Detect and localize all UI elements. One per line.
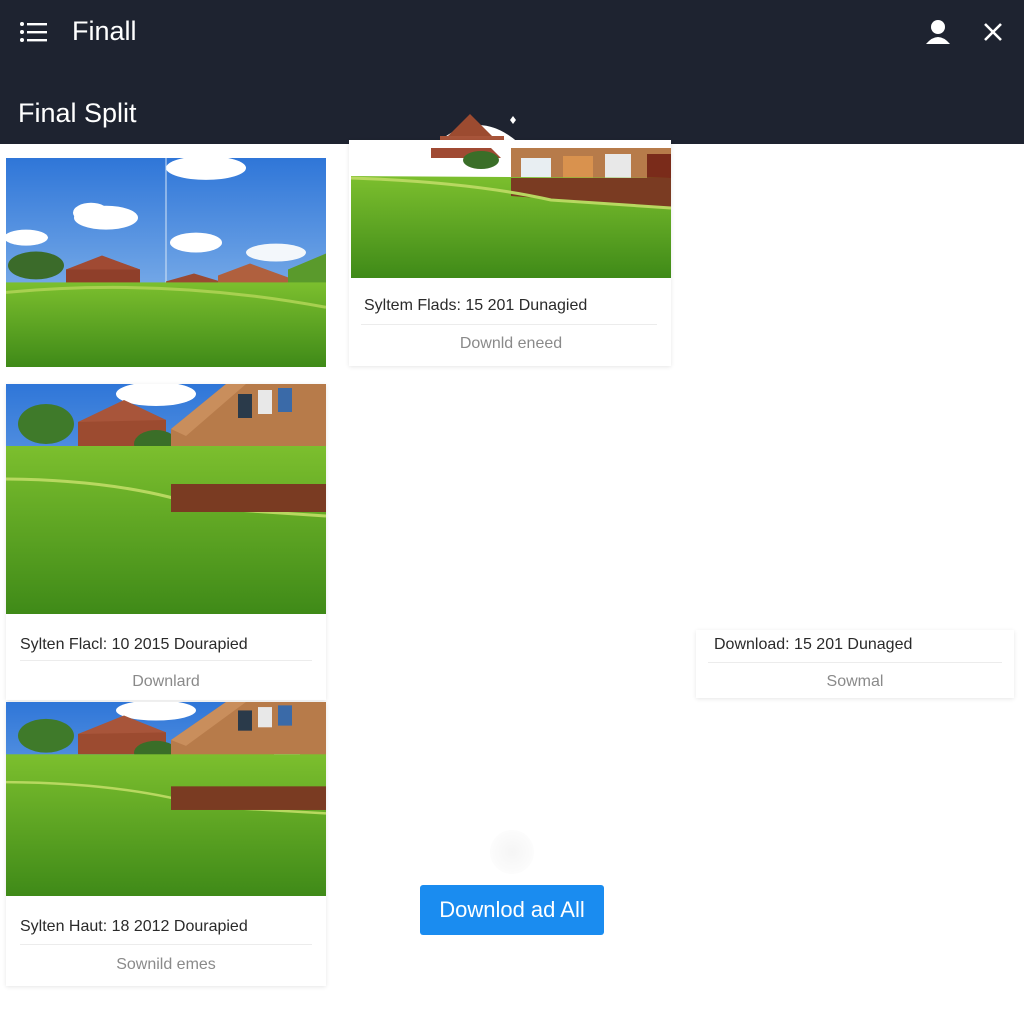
card-download-link[interactable]: Sownild emes [6, 956, 326, 974]
menu-button[interactable] [14, 14, 54, 50]
card-info-text: Download: 15 201 Dunaged [714, 636, 913, 653]
split-image-4[interactable] [6, 702, 326, 896]
card-info-text: Sylten Haut: 18 2012 Dourapied [20, 918, 248, 935]
split-image-1[interactable] [6, 158, 326, 367]
card-info-text: Syltem Flads: 15 201 Dunagied [364, 297, 588, 314]
faint-placeholder [490, 830, 534, 874]
close-button[interactable] [976, 14, 1010, 50]
user-button[interactable] [920, 14, 956, 50]
card-download-link[interactable]: Sowmal [696, 673, 1014, 691]
split-card-1: Syltem Flads: 15 201 Dunagied Downld ene… [349, 140, 671, 366]
app-title: Finall [72, 16, 137, 46]
card-divider [361, 324, 657, 325]
split-image-2[interactable] [351, 148, 671, 278]
page-title: Final Split [18, 98, 137, 128]
card-download-link[interactable]: Downlard [6, 673, 326, 691]
user-icon [926, 20, 950, 44]
split-card-3: Download: 15 201 Dunaged Sowmal [696, 630, 1014, 698]
card-download-link[interactable]: Downld eneed [351, 335, 671, 353]
split-image-3[interactable] [6, 384, 326, 614]
card-info-text: Sylten Flacl: 10 2015 Dourapied [20, 636, 248, 653]
split-card-4: Sylten Haut: 18 2012 Dourapied Sownild e… [6, 702, 326, 986]
menu-icon [20, 22, 47, 42]
card-divider [20, 944, 312, 945]
close-icon [984, 23, 1002, 41]
card-divider [20, 660, 312, 661]
download-all-button[interactable]: Downlod ad All [420, 885, 604, 935]
split-card-2: Sylten Flacl: 10 2015 Dourapied Downlard [6, 384, 326, 700]
card-divider [708, 662, 1002, 663]
